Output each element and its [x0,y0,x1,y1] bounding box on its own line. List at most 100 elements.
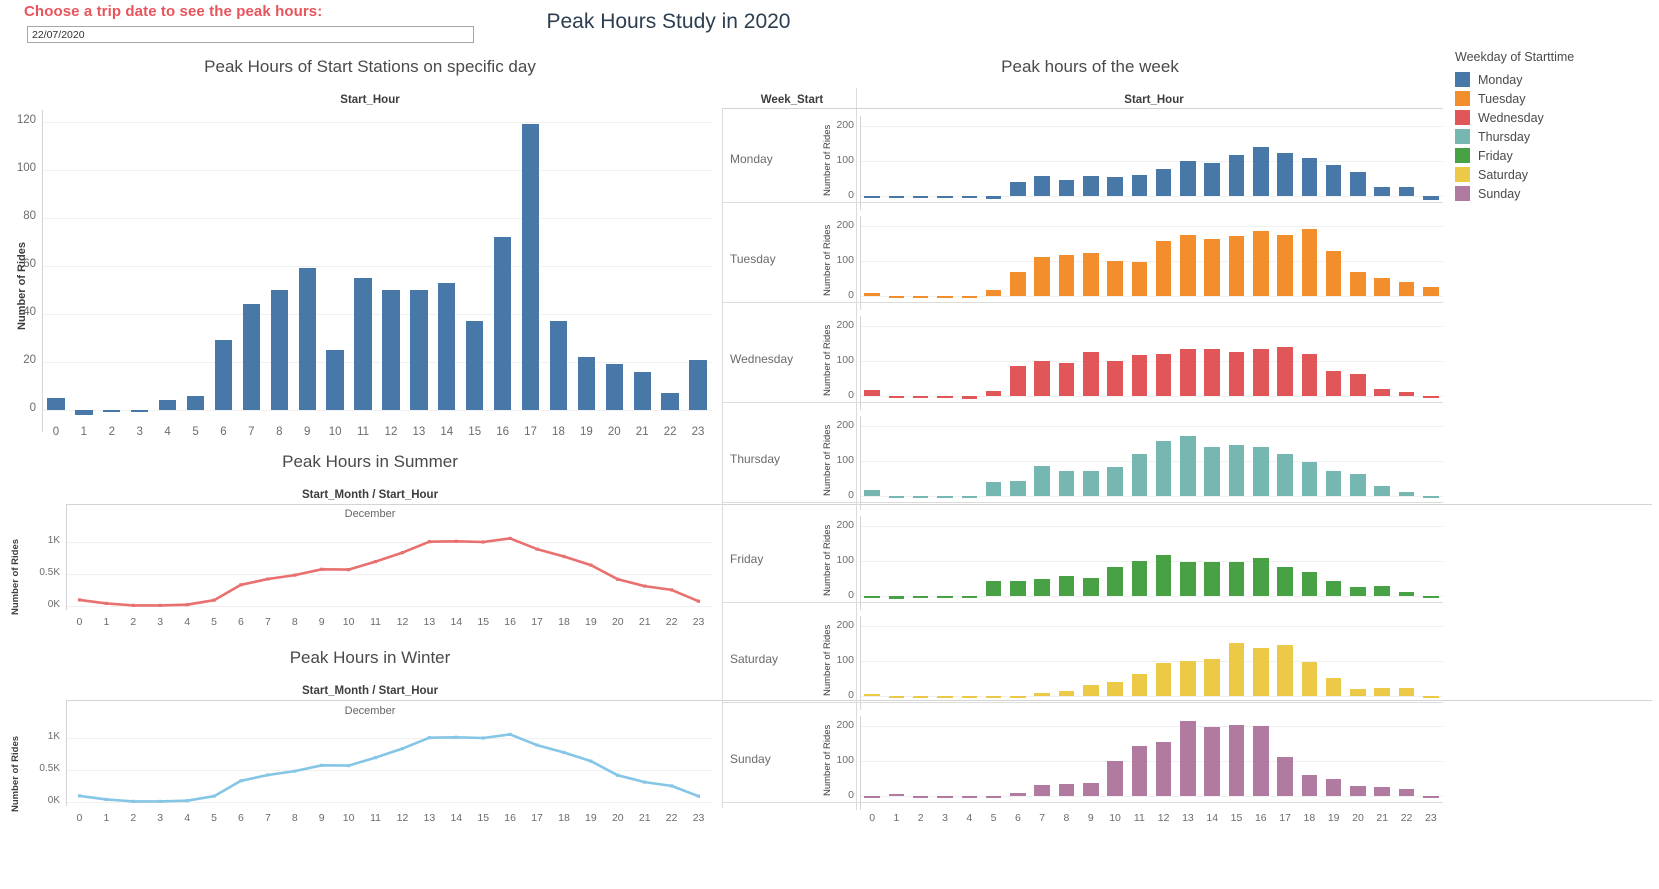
bar-wednesday-3[interactable] [937,396,953,398]
bar-wednesday-19[interactable] [1325,370,1342,396]
bar-monday-11[interactable] [1131,175,1148,196]
bar-tuesday-0[interactable] [864,292,880,296]
bar-saturday-8[interactable] [1058,691,1075,696]
bar-wednesday-5[interactable] [985,391,1002,396]
bar-sunday-11[interactable] [1131,746,1148,796]
bar-tuesday-9[interactable] [1082,252,1099,296]
bar-wednesday-8[interactable] [1058,362,1075,396]
bar-thursday-3[interactable] [937,496,953,498]
bar-thursday-1[interactable] [888,496,905,498]
bar-hour-12[interactable] [382,290,400,410]
bar-friday-13[interactable] [1180,561,1196,596]
bar-thursday-6[interactable] [1010,480,1026,496]
bar-monday-9[interactable] [1082,176,1099,196]
bar-saturday-12[interactable] [1155,663,1172,696]
bar-friday-15[interactable] [1228,561,1245,596]
bar-thursday-15[interactable] [1228,444,1245,496]
bar-thursday-23[interactable] [1423,496,1439,498]
bar-sunday-1[interactable] [888,793,905,796]
bar-tuesday-21[interactable] [1374,277,1391,296]
bar-friday-1[interactable] [888,596,905,600]
bar-tuesday-23[interactable] [1423,287,1439,296]
bar-saturday-21[interactable] [1374,688,1391,696]
bar-sunday-23[interactable] [1423,796,1439,799]
bar-saturday-11[interactable] [1131,673,1148,696]
bar-tuesday-7[interactable] [1034,257,1050,296]
bar-hour-7[interactable] [242,304,261,410]
bar-friday-23[interactable] [1423,596,1439,598]
bar-hour-1[interactable] [75,410,93,415]
bar-hour-15[interactable] [466,321,484,410]
bar-sunday-18[interactable] [1301,775,1318,796]
legend-item-wednesday[interactable]: Wednesday [1455,108,1574,127]
bar-thursday-21[interactable] [1374,485,1391,496]
bar-friday-4[interactable] [961,596,978,599]
legend-item-thursday[interactable]: Thursday [1455,127,1574,146]
bar-monday-23[interactable] [1423,196,1439,201]
bar-friday-20[interactable] [1350,586,1366,596]
bar-tuesday-10[interactable] [1107,260,1123,296]
bar-monday-10[interactable] [1107,177,1123,196]
bar-tuesday-19[interactable] [1325,251,1342,296]
bar-tuesday-13[interactable] [1180,235,1196,296]
bar-friday-19[interactable] [1325,581,1342,596]
bar-tuesday-2[interactable] [912,296,929,298]
bar-wednesday-11[interactable] [1131,355,1148,396]
bar-thursday-16[interactable] [1253,446,1269,496]
bar-saturday-22[interactable] [1398,687,1415,696]
bar-wednesday-16[interactable] [1253,349,1269,396]
bar-sunday-7[interactable] [1034,784,1050,796]
bar-friday-14[interactable] [1204,561,1220,596]
bar-tuesday-8[interactable] [1058,255,1075,296]
bar-tuesday-15[interactable] [1228,236,1245,296]
bar-friday-6[interactable] [1010,581,1026,596]
bar-wednesday-0[interactable] [864,390,880,396]
bar-sunday-2[interactable] [912,796,929,798]
bar-sunday-13[interactable] [1180,720,1196,796]
bar-thursday-17[interactable] [1277,453,1293,496]
bar-sunday-14[interactable] [1204,727,1220,796]
bar-wednesday-13[interactable] [1180,349,1196,396]
bar-thursday-10[interactable] [1107,466,1123,496]
bar-tuesday-3[interactable] [937,296,953,298]
bar-friday-3[interactable] [937,596,953,598]
bar-monday-15[interactable] [1228,154,1245,196]
bar-monday-2[interactable] [912,196,929,198]
bar-sunday-6[interactable] [1010,793,1026,796]
bar-monday-8[interactable] [1058,179,1075,196]
bar-monday-0[interactable] [864,196,880,199]
bar-wednesday-12[interactable] [1155,353,1172,396]
bar-friday-21[interactable] [1374,585,1391,596]
bar-hour-23[interactable] [689,359,707,410]
bar-saturday-9[interactable] [1082,685,1099,696]
bar-tuesday-17[interactable] [1277,234,1293,296]
bar-thursday-0[interactable] [864,490,880,496]
bar-wednesday-14[interactable] [1204,349,1220,396]
bar-saturday-5[interactable] [985,696,1002,699]
bar-wednesday-6[interactable] [1010,366,1026,396]
bar-monday-20[interactable] [1350,172,1366,196]
bar-saturday-10[interactable] [1107,681,1123,696]
bar-tuesday-5[interactable] [985,289,1002,296]
bar-monday-18[interactable] [1301,157,1318,196]
bar-friday-5[interactable] [985,581,1002,596]
bar-thursday-8[interactable] [1058,470,1075,496]
bar-monday-12[interactable] [1155,168,1172,196]
bar-hour-2[interactable] [103,410,121,413]
bar-hour-14[interactable] [438,282,456,410]
bar-hour-9[interactable] [298,268,316,410]
bar-friday-8[interactable] [1058,575,1075,596]
bar-wednesday-4[interactable] [961,396,978,399]
bar-hour-20[interactable] [605,364,623,410]
bar-monday-22[interactable] [1398,186,1415,196]
bar-thursday-13[interactable] [1180,435,1196,496]
bar-monday-3[interactable] [937,196,953,198]
bar-saturday-14[interactable] [1204,658,1220,696]
bar-wednesday-7[interactable] [1034,360,1050,396]
bar-saturday-18[interactable] [1301,661,1318,696]
bar-sunday-5[interactable] [985,796,1002,798]
bar-sunday-3[interactable] [937,796,953,798]
bar-monday-6[interactable] [1010,182,1026,196]
bar-friday-18[interactable] [1301,572,1318,596]
bar-friday-2[interactable] [912,596,929,598]
